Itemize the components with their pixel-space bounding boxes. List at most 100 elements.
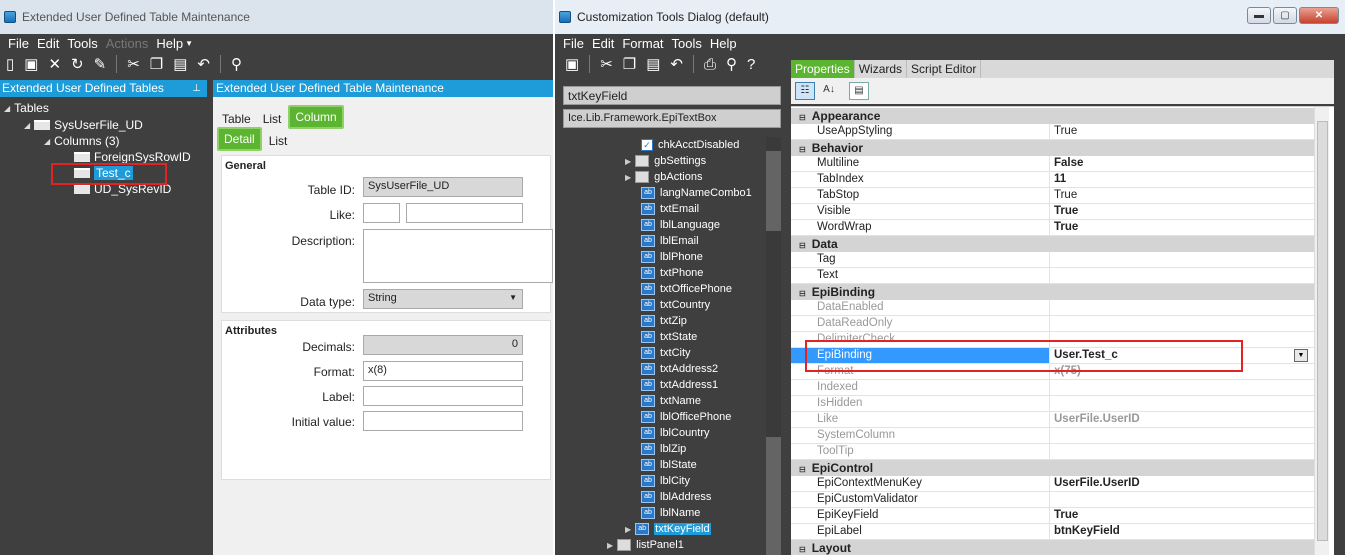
collapse-icon[interactable]: ⊟ <box>799 545 806 554</box>
maximize-button[interactable]: ▢ <box>1273 7 1297 24</box>
scroll-thumb[interactable] <box>766 151 781 231</box>
tab-detail[interactable]: Detail <box>217 127 262 151</box>
menu-file[interactable]: File <box>563 36 584 51</box>
binoculars-icon[interactable]: ⚲ <box>231 55 242 73</box>
scroll-thumb[interactable] <box>1317 121 1328 541</box>
tab-script-editor[interactable]: Script Editor <box>907 60 982 78</box>
cut-icon[interactable]: ✂ <box>600 55 613 73</box>
print-icon[interactable]: ⎙ <box>704 56 716 73</box>
property-row[interactable]: TabStop True <box>791 188 1314 204</box>
property-row[interactable]: UseAppStyling True <box>791 124 1314 140</box>
like-field-2[interactable] <box>406 203 523 223</box>
collapse-icon[interactable]: ⊟ <box>799 145 806 154</box>
tab-list[interactable]: List <box>258 109 287 129</box>
property-row[interactable]: DataEnabled <box>791 300 1314 316</box>
collapse-icon[interactable]: ⊟ <box>799 113 806 122</box>
property-row[interactable]: EpiLabel btnKeyField <box>791 524 1314 540</box>
tab-table[interactable]: Table <box>217 109 256 129</box>
tree-item[interactable]: ab lblOfficePhone <box>641 409 731 425</box>
tree-item[interactable]: ab langNameCombo1 <box>641 185 752 201</box>
tree-item[interactable]: ab lblName <box>641 505 700 521</box>
tree-node-table[interactable]: ◢ SysUserFile_UD <box>24 117 143 133</box>
expand-icon[interactable]: ▶ <box>607 541 613 550</box>
category-epicontrol[interactable]: ⊟ EpiControl <box>791 460 1314 476</box>
category-behavior[interactable]: ⊟ Behavior <box>791 140 1314 156</box>
grid-scrollbar[interactable] <box>1314 107 1329 555</box>
initial-value-field[interactable] <box>363 411 523 431</box>
tree-item[interactable]: ▶ ab txtKeyField <box>625 521 711 537</box>
tree-item[interactable]: ab txtOfficePhone <box>641 281 732 297</box>
alphabetical-icon[interactable]: A↓ <box>819 82 839 100</box>
cut-icon[interactable]: ✂ <box>127 55 140 73</box>
menu-tools[interactable]: Tools <box>672 36 702 51</box>
category-appearance[interactable]: ⊟ Appearance <box>791 108 1314 124</box>
collapse-icon[interactable]: ⊟ <box>799 289 806 298</box>
delete-icon[interactable]: ✕ <box>48 55 61 73</box>
tree-item[interactable]: ✓ chkAcctDisabled <box>641 137 739 153</box>
expand-icon[interactable]: ▶ <box>625 525 631 534</box>
tree-item[interactable]: ab lblLanguage <box>641 217 720 233</box>
tree-item[interactable]: ab lblZip <box>641 441 686 457</box>
tree-item[interactable]: ab lblState <box>641 457 697 473</box>
property-row[interactable]: ToolTip <box>791 444 1314 460</box>
tree-item[interactable]: ab txtCity <box>641 345 691 361</box>
property-row[interactable]: Tag <box>791 252 1314 268</box>
help-icon[interactable]: ? <box>747 56 755 73</box>
undo-icon[interactable]: ↶ <box>670 55 683 73</box>
label-field[interactable] <box>363 386 523 406</box>
copy-icon[interactable]: ❐ <box>150 55 163 73</box>
tree-item[interactable]: ab lblAddress <box>641 489 711 505</box>
tree-item[interactable]: ▶ gbSettings <box>625 153 706 169</box>
decimals-field[interactable]: 0 <box>363 335 523 355</box>
tree-item[interactable]: ab txtAddress1 <box>641 377 718 393</box>
save-icon[interactable]: ▣ <box>565 55 579 73</box>
tree-item[interactable]: ab lblCountry <box>641 425 710 441</box>
menu-edit[interactable]: Edit <box>592 36 614 51</box>
property-row[interactable]: TabIndex 11 <box>791 172 1314 188</box>
menu-format[interactable]: Format <box>622 36 663 51</box>
collapse-icon[interactable]: ◢ <box>24 121 30 130</box>
format-field[interactable]: x(8) <box>363 361 523 381</box>
like-field-1[interactable] <box>363 203 400 223</box>
tree-node-tables[interactable]: ◢ Tables <box>4 100 49 116</box>
categorized-icon[interactable]: ☷ <box>795 82 815 100</box>
dropdown-button[interactable]: ▼ <box>1294 349 1308 362</box>
collapse-icon[interactable]: ◢ <box>44 137 50 146</box>
property-row[interactable]: EpiKeyField True <box>791 508 1314 524</box>
tree-item[interactable]: ▶ gbActions <box>625 169 702 185</box>
close-button[interactable]: ✕ <box>1299 7 1339 24</box>
clear-icon[interactable]: ✎ <box>94 55 107 73</box>
description-field[interactable] <box>363 229 553 283</box>
copy-icon[interactable]: ❐ <box>623 55 636 73</box>
tab-sub-list[interactable]: List <box>264 131 293 151</box>
undo-icon[interactable]: ↶ <box>197 55 210 73</box>
table-id-field[interactable]: SysUserFile_UD <box>363 177 523 197</box>
expand-icon[interactable]: ▶ <box>625 157 631 166</box>
tab-column[interactable]: Column <box>288 105 344 129</box>
save-icon[interactable]: ▣ <box>24 55 38 73</box>
menu-tools[interactable]: Tools <box>67 36 97 51</box>
expand-icon[interactable]: ▶ <box>625 173 631 182</box>
menu-edit[interactable]: Edit <box>37 36 59 51</box>
tree-item[interactable]: ab lblPhone <box>641 249 703 265</box>
property-row[interactable]: IsHidden <box>791 396 1314 412</box>
tree-scrollbar[interactable] <box>766 137 781 555</box>
new-icon[interactable]: ▯ <box>6 55 14 73</box>
category-epibinding[interactable]: ⊟ EpiBinding <box>791 284 1314 300</box>
collapse-icon[interactable]: ⊟ <box>799 465 806 474</box>
minimize-button[interactable]: ▬ <box>1247 7 1271 24</box>
property-row[interactable]: DataReadOnly <box>791 316 1314 332</box>
tree-item[interactable]: ab txtName <box>641 393 701 409</box>
refresh-icon[interactable]: ↻ <box>71 55 84 73</box>
tree-node-columns[interactable]: ◢ Columns (3) <box>44 133 120 149</box>
menu-help[interactable]: Help <box>710 36 737 51</box>
property-row[interactable]: Visible True <box>791 204 1314 220</box>
tab-wizards[interactable]: Wizards <box>855 60 908 78</box>
property-row[interactable]: EpiCustomValidator <box>791 492 1314 508</box>
tree-item[interactable]: ab lblCity <box>641 473 690 489</box>
category-layout[interactable]: ⊟ Layout <box>791 540 1314 555</box>
category-data[interactable]: ⊟ Data <box>791 236 1314 252</box>
collapse-icon[interactable]: ⊟ <box>799 241 806 250</box>
property-row[interactable]: Indexed <box>791 380 1314 396</box>
property-row[interactable]: WordWrap True <box>791 220 1314 236</box>
